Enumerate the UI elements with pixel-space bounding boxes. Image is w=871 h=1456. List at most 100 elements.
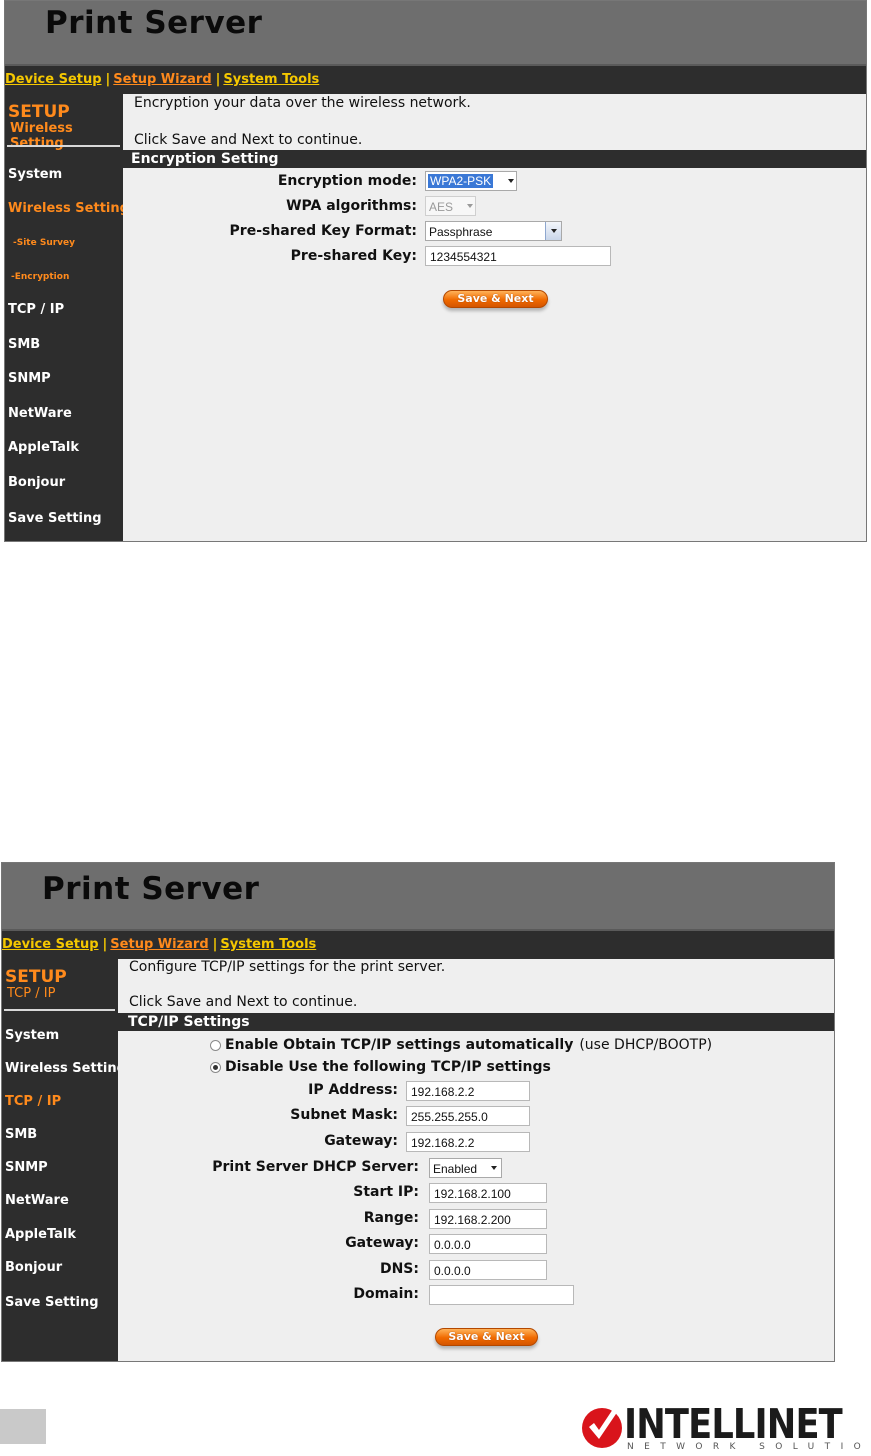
sidebar-item-save-setting[interactable]: Save Setting xyxy=(5,1295,99,1310)
sidebar-divider xyxy=(4,1009,115,1011)
sidebar-item-snmp[interactable]: SNMP xyxy=(5,1160,48,1175)
sidebar-item-tcp-ip[interactable]: TCP / IP xyxy=(5,1094,61,1109)
encryption-screenshot: Print Server Device Setup | Setup Wizard | S… xyxy=(4,0,867,542)
sidebar-current-section: TCP / IP xyxy=(7,986,56,1001)
sidebar-item-tcp-ip[interactable]: TCP / IP xyxy=(8,302,64,317)
domain-input[interactable] xyxy=(429,1285,574,1305)
instruction-text: Click Save and Next to continue. xyxy=(129,994,358,1010)
dhcp-server-value: Enabled xyxy=(433,1162,478,1176)
nav-separator: | xyxy=(105,72,111,87)
sidebar-item-encryption[interactable]: -Encryption xyxy=(11,272,69,282)
section-title: TCP/IP Settings xyxy=(118,1013,834,1031)
intellinet-logo: INTELLINET NETWORK SOLUTIONS xyxy=(580,1400,871,1456)
dns-label: DNS: xyxy=(379,1261,419,1277)
sidebar-item-smb[interactable]: SMB xyxy=(8,337,40,352)
pre-shared-key-label: Pre-shared Key: xyxy=(290,248,417,264)
top-nav: Device Setup | Setup Wizard | System Tools xyxy=(5,66,866,94)
nav-setup-wizard[interactable]: Setup Wizard xyxy=(113,72,211,87)
start-ip-label: Start IP: xyxy=(353,1184,419,1200)
sidebar-item-bonjour[interactable]: Bonjour xyxy=(5,1260,62,1275)
wpa-algorithms-value: AES xyxy=(429,200,454,214)
key-format-label: Pre-shared Key Format: xyxy=(229,223,417,239)
dhcp-gateway-label: Gateway: xyxy=(345,1235,419,1251)
sidebar-item-site-survey[interactable]: -Site Survey xyxy=(13,238,75,248)
enable-auto-tcpip-label: Enable Obtain TCP/IP settings automatica… xyxy=(225,1037,712,1053)
sidebar-item-wireless-setting[interactable]: Wireless Setting xyxy=(8,201,129,216)
gateway-label: Gateway: xyxy=(324,1133,398,1149)
wpa-algorithms-label: WPA algorithms: xyxy=(286,198,417,214)
sidebar: SETUP Wireless Setting System Wireless S… xyxy=(5,94,129,541)
key-format-value: Passphrase xyxy=(429,225,493,239)
chevron-down-icon xyxy=(551,229,557,233)
nav-separator: | xyxy=(102,937,108,952)
sidebar-item-wireless-setting[interactable]: Wireless Setting xyxy=(5,1061,126,1076)
start-ip-input[interactable]: 192.168.2.100 xyxy=(429,1183,547,1203)
nav-system-tools[interactable]: System Tools xyxy=(223,72,319,87)
sidebar-item-appletalk[interactable]: AppleTalk xyxy=(5,1227,76,1242)
range-label: Range: xyxy=(363,1210,419,1226)
sidebar-item-system[interactable]: System xyxy=(5,1028,59,1043)
sidebar-setup-heading: SETUP xyxy=(8,102,70,122)
save-next-button[interactable]: Save & Next xyxy=(443,290,548,308)
sidebar-item-netware[interactable]: NetWare xyxy=(5,1193,69,1208)
sidebar-item-save-setting[interactable]: Save Setting xyxy=(8,511,102,526)
enable-auto-tcpip-radio[interactable] xyxy=(210,1040,221,1051)
nav-device-setup[interactable]: Device Setup xyxy=(2,937,99,952)
page-number-box xyxy=(0,1409,46,1444)
main-content: Encryption your data over the wireless n… xyxy=(123,94,866,541)
disable-auto-tcpip-radio[interactable] xyxy=(210,1062,221,1073)
sidebar: SETUP TCP / IP System Wireless Setting T… xyxy=(2,959,126,1361)
intellinet-checkmark-logo-icon xyxy=(582,1406,622,1448)
intro-text: Encryption your data over the wireless n… xyxy=(134,95,471,111)
save-next-button[interactable]: Save & Next xyxy=(435,1328,538,1346)
dns-input[interactable]: 0.0.0.0 xyxy=(429,1260,547,1280)
sidebar-item-netware[interactable]: NetWare xyxy=(8,406,72,421)
dropdown-button[interactable] xyxy=(545,222,561,240)
nav-setup-wizard[interactable]: Setup Wizard xyxy=(110,937,208,952)
tcpip-screenshot: Print Server Device Setup | Setup Wizard | S… xyxy=(1,862,835,1362)
pre-shared-key-input[interactable]: 1234554321 xyxy=(425,246,611,266)
ip-address-label: IP Address: xyxy=(308,1082,398,1098)
title-bar: Print Server xyxy=(2,863,834,931)
dhcp-gateway-input[interactable]: 0.0.0.0 xyxy=(429,1234,547,1254)
disable-auto-tcpip-label: Disable Use the following TCP/IP setting… xyxy=(225,1059,551,1075)
sidebar-item-appletalk[interactable]: AppleTalk xyxy=(8,440,79,455)
sidebar-setup-heading: SETUP xyxy=(5,967,67,987)
wpa-algorithms-select: AES xyxy=(425,196,476,216)
dhcp-bootp-note: (use DHCP/BOOTP) xyxy=(579,1037,713,1053)
sidebar-item-bonjour[interactable]: Bonjour xyxy=(8,475,65,490)
encryption-mode-label: Encryption mode: xyxy=(277,173,417,189)
sidebar-item-snmp[interactable]: SNMP xyxy=(8,371,51,386)
instruction-text: Click Save and Next to continue. xyxy=(134,132,363,148)
top-nav: Device Setup | Setup Wizard | System Tools xyxy=(2,931,834,959)
chevron-down-icon xyxy=(467,204,473,208)
gateway-input[interactable]: 192.168.2.2 xyxy=(406,1132,530,1152)
subnet-mask-input[interactable]: 255.255.255.0 xyxy=(406,1106,530,1126)
nav-separator: | xyxy=(215,72,221,87)
dhcp-server-select[interactable]: Enabled xyxy=(429,1158,502,1178)
subnet-mask-label: Subnet Mask: xyxy=(290,1107,398,1123)
sidebar-item-system[interactable]: System xyxy=(8,167,62,182)
app-title: Print Server xyxy=(45,5,263,41)
dhcp-server-label: Print Server DHCP Server: xyxy=(212,1159,419,1175)
title-bar: Print Server xyxy=(5,1,866,66)
brand-name: INTELLINET xyxy=(624,1400,843,1448)
range-input[interactable]: 192.168.2.200 xyxy=(429,1209,547,1229)
sidebar-divider xyxy=(7,145,120,147)
nav-device-setup[interactable]: Device Setup xyxy=(5,72,102,87)
enable-auto-tcpip-text: Enable Obtain TCP/IP settings automatica… xyxy=(225,1037,574,1053)
encryption-mode-value: WPA2-PSK xyxy=(428,174,494,188)
nav-separator: | xyxy=(212,937,218,952)
main-content: Configure TCP/IP settings for the print … xyxy=(118,959,834,1361)
chevron-down-icon xyxy=(508,179,514,183)
encryption-mode-select[interactable]: WPA2-PSK xyxy=(425,171,517,191)
intro-text: Configure TCP/IP settings for the print … xyxy=(129,959,446,975)
sidebar-item-smb[interactable]: SMB xyxy=(5,1127,37,1142)
app-title: Print Server xyxy=(42,871,260,907)
section-title: Encryption Setting xyxy=(123,150,866,168)
domain-label: Domain: xyxy=(353,1286,419,1302)
chevron-down-icon xyxy=(491,1166,497,1170)
nav-system-tools[interactable]: System Tools xyxy=(220,937,316,952)
ip-address-input[interactable]: 192.168.2.2 xyxy=(406,1081,530,1101)
key-format-select[interactable]: Passphrase xyxy=(425,221,562,241)
